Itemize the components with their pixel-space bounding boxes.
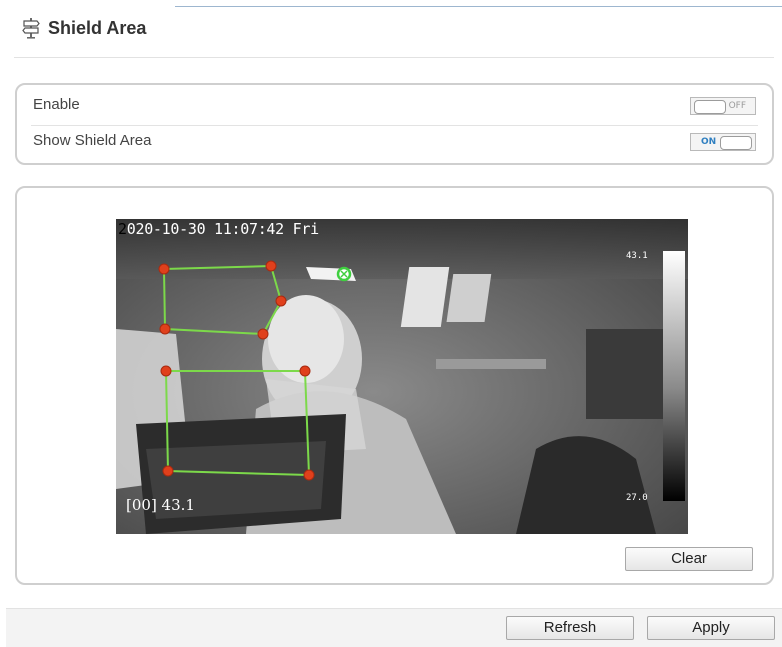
scale-max-label: 43.1	[626, 251, 648, 261]
clear-button[interactable]: Clear	[625, 547, 753, 571]
enable-label: Enable	[33, 96, 80, 113]
show-shield-area-toggle[interactable]: ON	[690, 133, 756, 151]
footer-bar: Refresh Apply	[6, 608, 782, 647]
refresh-button[interactable]: Refresh	[506, 616, 634, 640]
page-header: Shield Area	[22, 14, 146, 42]
toggle-state-text: OFF	[728, 101, 746, 111]
page-title: Shield Area	[48, 17, 147, 38]
temperature-scale-bar	[663, 251, 685, 501]
toggle-state-text: ON	[701, 137, 717, 147]
video-panel: 2020-10-30 11:07:42 Fri 43.1 27.0 [00] 4…	[15, 186, 774, 585]
enable-row: Enable OFF	[31, 87, 758, 123]
scale-min-label: 27.0	[626, 493, 648, 503]
toggle-knob	[694, 100, 726, 114]
thermal-video-view[interactable]: 2020-10-30 11:07:42 Fri 43.1 27.0 [00] 4…	[116, 219, 688, 534]
signpost-icon	[22, 18, 40, 39]
thermal-scene	[116, 219, 688, 534]
apply-button[interactable]: Apply	[647, 616, 775, 640]
enable-toggle[interactable]: OFF	[690, 97, 756, 115]
show-shield-area-label: Show Shield Area	[33, 132, 152, 149]
settings-panel: Enable OFF Show Shield Area ON	[15, 83, 774, 165]
video-timestamp: 2020-10-30 11:07:42 Fri	[118, 220, 319, 238]
temperature-readout: [00] 43.1	[126, 496, 195, 514]
show-shield-area-row: Show Shield Area ON	[31, 123, 758, 159]
top-rule	[175, 6, 782, 7]
toggle-knob	[720, 136, 752, 150]
header-divider	[14, 57, 774, 58]
